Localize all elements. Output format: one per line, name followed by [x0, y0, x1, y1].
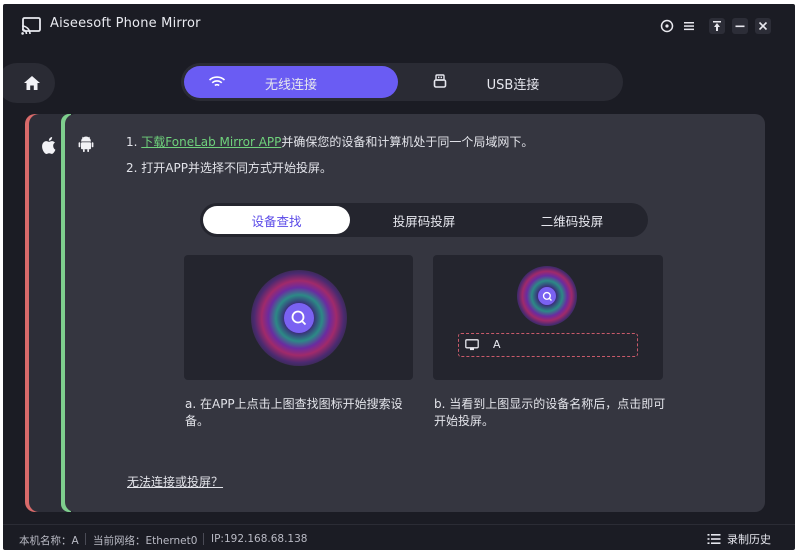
apple-icon[interactable]: [41, 136, 59, 154]
caption-connect: b. 当看到上图显示的设备名称后，点击即可开始投屏。: [434, 397, 666, 428]
app-window: Aiseesoft Phone Mirror 无线连接 USB连接 1. 下载F…: [3, 4, 795, 550]
menu-button[interactable]: [681, 18, 697, 34]
tab-wireless-label: 无线连接: [264, 78, 317, 93]
tab-usb-label: USB连接: [486, 78, 540, 93]
tab-qr-code[interactable]: 二维码投屏: [498, 206, 646, 234]
home-button[interactable]: [3, 63, 55, 103]
search-illustration-card: [184, 255, 413, 380]
pin-icon: [713, 21, 721, 31]
tab-wireless[interactable]: 无线连接: [184, 66, 398, 98]
feedback-icon: [660, 19, 674, 33]
device-found-card: A: [433, 255, 663, 380]
pin-button[interactable]: [709, 18, 725, 34]
minimize-icon: [735, 25, 745, 28]
orb-core: [284, 303, 314, 333]
cast-logo-icon: [21, 17, 41, 35]
mirror-method-tabs: 设备查找 投屏码投屏 二维码投屏: [200, 203, 648, 237]
network-status: 当前网络：Ethernet0: [93, 535, 198, 547]
app-title: Aiseesoft Phone Mirror: [50, 16, 201, 31]
recording-history-label: 录制历史: [727, 533, 771, 546]
search-orb: [251, 270, 347, 366]
home-icon: [24, 76, 40, 90]
list-icon: [707, 534, 721, 544]
step-1-number: 1.: [126, 135, 142, 149]
step-1-text: 并确保您的设备和计算机处于同一个局域网下。: [281, 135, 534, 149]
search-orb-small: [517, 266, 577, 326]
monitor-icon: [465, 339, 479, 351]
status-divider: [85, 533, 86, 545]
close-button[interactable]: [755, 18, 771, 34]
minimize-button[interactable]: [732, 18, 748, 34]
connection-help-link[interactable]: 无法连接或投屏？: [127, 473, 223, 490]
ip-address-status: IP:192.168.68.138: [211, 533, 308, 545]
feedback-button[interactable]: [659, 18, 675, 34]
found-device-item: A: [458, 333, 638, 357]
tab-usb[interactable]: USB连接: [407, 66, 619, 98]
recording-history-button[interactable]: 录制历史: [707, 531, 771, 547]
tab-pin-code[interactable]: 投屏码投屏: [350, 206, 498, 234]
connection-mode-switch: 无线连接 USB连接: [181, 63, 623, 101]
search-icon: [542, 291, 552, 301]
orb-core-small: [538, 287, 556, 305]
close-icon: [758, 21, 768, 31]
menu-icon: [684, 22, 694, 31]
status-bar: 本机名称：A 当前网络：Ethernet0 IP:192.168.68.138 …: [3, 524, 795, 550]
caption-search: a. 在APP上点击上图查找图标开始搜索设备。: [185, 397, 403, 428]
title-bar: Aiseesoft Phone Mirror: [3, 4, 795, 48]
status-divider: [203, 533, 204, 545]
tab-device-search[interactable]: 设备查找: [203, 206, 350, 234]
instruction-step-2: 2. 打开APP并选择不同方式开始投屏。: [126, 161, 332, 175]
search-icon: [291, 310, 307, 326]
download-app-link[interactable]: 下载FoneLab Mirror APP: [141, 135, 281, 149]
android-icon[interactable]: [77, 135, 95, 153]
instruction-step-1: 1. 下载FoneLab Mirror APP并确保您的设备和计算机处于同一个局…: [126, 133, 533, 150]
device-name-status: 本机名称：A: [19, 535, 79, 547]
found-device-name: A: [493, 338, 501, 351]
